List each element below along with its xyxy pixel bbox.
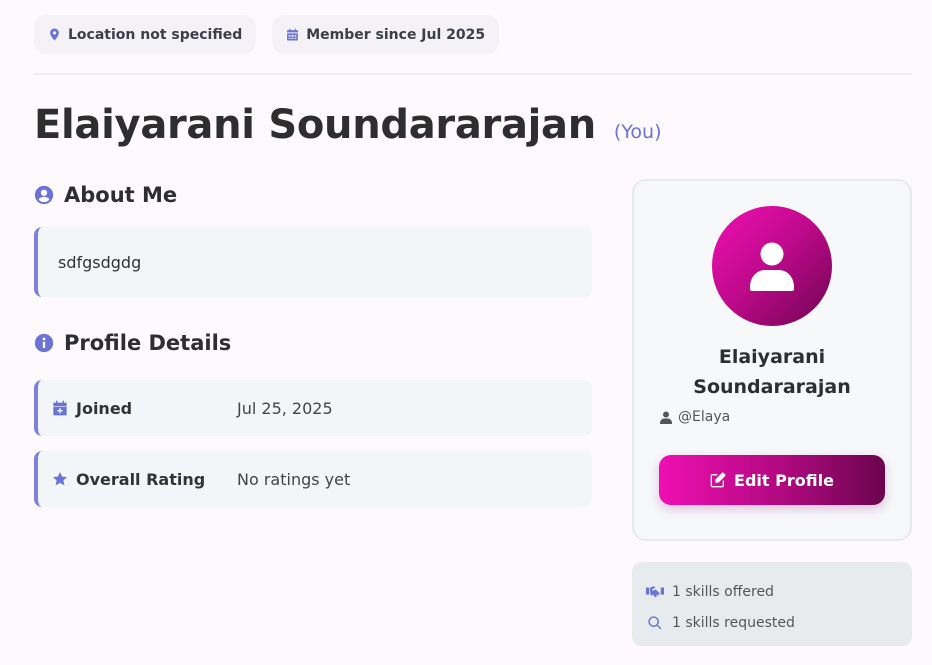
skills-offered-text: 1 skills offered [672, 583, 774, 600]
detail-row-rating: Overall Rating No ratings yet [34, 451, 592, 507]
calendar-icon [287, 28, 299, 41]
user-circle-icon [34, 185, 54, 205]
divider [34, 73, 912, 75]
location-pill: Location not specified [34, 15, 257, 54]
user-small-icon [660, 411, 672, 424]
card-name-first: Elaiyarani [718, 346, 826, 368]
rating-label: Overall Rating [76, 469, 206, 489]
user-icon [750, 242, 794, 291]
meta-row: Location not specified Member since Jul … [34, 15, 500, 54]
skills-offered-line: 1 skills offered [646, 576, 898, 607]
about-text-box: sdfgsdgdg [34, 227, 592, 297]
avatar [712, 206, 832, 326]
details-section-title: Profile Details [34, 331, 231, 355]
details-title: Profile Details [64, 331, 232, 355]
card-name: Elaiyarani Soundararajan [634, 342, 910, 402]
edit-profile-label: Edit Profile [734, 470, 834, 490]
rating-value: No ratings yet [237, 469, 351, 489]
page-title: Elaiyarani Soundararajan [34, 102, 596, 148]
location-text: Location not specified [68, 26, 243, 43]
handshake-icon [646, 585, 664, 598]
star-icon [53, 472, 67, 486]
card-handle: @Elaya [660, 409, 730, 425]
map-pin-icon [50, 28, 59, 41]
about-text: sdfgsdgdg [58, 252, 142, 272]
skills-requested-text: 1 skills requested [672, 614, 795, 631]
name-row: Elaiyarani Soundararajan (You) [34, 102, 662, 148]
about-title: About Me [64, 183, 178, 207]
detail-row-joined: Joined Jul 25, 2025 [34, 380, 592, 436]
edit-profile-button[interactable]: Edit Profile [659, 455, 885, 505]
you-tag: (You) [613, 121, 662, 143]
rating-label-wrap: Overall Rating [52, 470, 237, 489]
member-since-pill: Member since Jul 2025 [272, 15, 500, 54]
joined-label-wrap: Joined [52, 399, 237, 418]
card-name-last: Soundararajan [693, 376, 851, 398]
edit-icon [710, 472, 726, 488]
calendar-plus-icon [53, 400, 67, 416]
joined-value: Jul 25, 2025 [237, 398, 333, 418]
search-icon [648, 615, 662, 629]
profile-card: Elaiyarani Soundararajan @Elaya Edit Pro… [632, 179, 912, 541]
skills-requested-line: 1 skills requested [646, 607, 898, 638]
about-section-title: About Me [34, 183, 177, 207]
info-circle-icon [34, 333, 54, 353]
skills-stats-card: 1 skills offered 1 skills requested [632, 562, 912, 646]
member-since-text: Member since Jul 2025 [306, 26, 486, 43]
handle-text: @Elaya [678, 409, 731, 425]
profile-page: Location not specified Member since Jul … [0, 0, 932, 665]
joined-label: Joined [76, 398, 133, 418]
